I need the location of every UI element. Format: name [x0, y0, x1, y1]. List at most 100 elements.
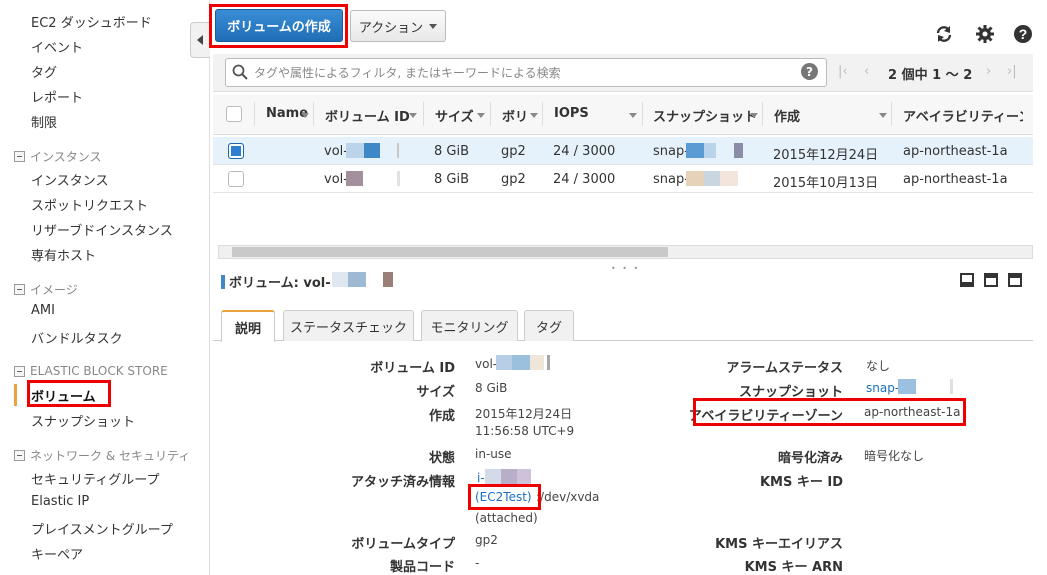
label-kms-key-alias: KMS キーエイリアス	[715, 537, 843, 552]
redacted-block	[686, 171, 704, 186]
refresh-icon[interactable]	[934, 24, 954, 44]
sidebar-collapse-button[interactable]	[190, 22, 210, 58]
column-header-volume-type[interactable]: ボリ	[502, 106, 528, 125]
next-page-icon[interactable]: ›	[986, 64, 991, 79]
cell-volume-type: gp2	[501, 172, 526, 187]
nav-reserved-instances[interactable]: リザーブドインスタンス	[31, 220, 173, 239]
pagination-label: 2 個中 1 〜 2	[888, 68, 973, 83]
tab-monitoring[interactable]: モニタリング	[421, 310, 518, 341]
nav-group-label: ネットワーク & セキュリティ	[30, 449, 191, 463]
tab-status-checks[interactable]: ステータスチェック	[283, 310, 414, 341]
column-divider	[423, 102, 424, 126]
collapse-icon	[14, 284, 25, 295]
cell-snapshot: snap-	[653, 172, 689, 187]
value-attach-instance[interactable]: i-	[477, 471, 485, 485]
nav-spot-requests[interactable]: スポットリクエスト	[31, 195, 148, 214]
nav-reports[interactable]: レポート	[31, 87, 83, 106]
cell-availability-zone: ap-northeast-1a	[903, 172, 1008, 187]
sort-icon	[629, 113, 637, 118]
redacted-block	[898, 379, 916, 394]
help-icon[interactable]: ?	[1013, 24, 1033, 44]
nav-group-ebs[interactable]: ELASTIC BLOCK STORE	[14, 364, 168, 378]
cell-iops: 24 / 3000	[553, 144, 616, 159]
redacted-block	[485, 469, 501, 484]
redacted-block	[686, 143, 704, 158]
nav-ec2-dashboard[interactable]: EC2 ダッシュボード	[31, 12, 152, 31]
value-product-code: -	[475, 556, 480, 570]
column-divider	[762, 102, 763, 126]
view-bottom-icon[interactable]	[960, 273, 974, 287]
cell-created: 2015年12月24日	[773, 148, 879, 163]
nav-key-pairs[interactable]: キーペア	[31, 544, 83, 563]
nav-group-label: ELASTIC BLOCK STORE	[30, 364, 168, 378]
column-divider	[891, 102, 892, 126]
color-marker	[221, 275, 225, 289]
redacted-block	[397, 143, 399, 158]
nav-placement-groups[interactable]: プレイスメントグループ	[31, 519, 173, 538]
nav-bundle-tasks[interactable]: バンドルタスク	[31, 328, 123, 347]
column-header-iops[interactable]: IOPS	[554, 106, 589, 121]
gear-icon[interactable]	[975, 24, 995, 44]
select-all-checkbox[interactable]	[226, 106, 242, 122]
nav-tags[interactable]: タグ	[31, 62, 57, 81]
tab-description[interactable]: 説明	[221, 310, 275, 342]
value-attach-status: (attached)	[475, 511, 538, 525]
column-header-volume-id[interactable]: ボリューム ID	[325, 106, 410, 125]
redacted-block	[512, 355, 530, 370]
nav-events[interactable]: イベント	[31, 37, 83, 56]
column-header-size[interactable]: サイズ	[435, 106, 474, 125]
nav-group-instances[interactable]: インスタンス	[14, 148, 102, 165]
prev-page-icon[interactable]: ‹	[864, 64, 869, 79]
collapse-icon	[14, 365, 25, 377]
redacted-block	[547, 355, 550, 370]
cell-iops: 24 / 3000	[553, 172, 616, 187]
label-encryption: 暗号化済み	[777, 451, 843, 466]
scrollbar-thumb[interactable]	[232, 247, 668, 257]
detail-title: ボリューム: vol-	[221, 272, 331, 291]
value-size: 8 GiB	[475, 381, 508, 395]
redacted-block	[346, 171, 363, 186]
collapse-icon	[14, 450, 25, 461]
column-header-created[interactable]: 作成	[774, 106, 800, 125]
redacted-block	[530, 355, 544, 370]
nav-instances[interactable]: インスタンス	[31, 170, 108, 189]
nav-limits[interactable]: 制限	[31, 112, 57, 131]
redacted-block	[720, 171, 738, 186]
collapse-icon	[14, 151, 25, 162]
redacted-block	[332, 272, 348, 287]
actions-dropdown[interactable]: アクション	[350, 10, 446, 42]
column-divider	[542, 102, 543, 126]
label-attachment: アタッチ済み情報	[350, 475, 455, 490]
row-checkbox[interactable]	[228, 171, 244, 187]
row-checkbox[interactable]	[228, 143, 244, 159]
resize-grip-icon[interactable]: • • •	[611, 264, 640, 273]
nav-dedicated-hosts[interactable]: 専有ホスト	[31, 245, 96, 264]
nav-group-images[interactable]: イメージ	[14, 281, 78, 298]
view-half-icon[interactable]	[984, 273, 998, 287]
highlight-volumes	[27, 380, 111, 407]
redacted-block	[704, 143, 716, 158]
cell-availability-zone: ap-northeast-1a	[903, 144, 1008, 159]
value-volume-type: gp2	[475, 533, 498, 547]
last-page-icon[interactable]: ›|	[1007, 64, 1017, 79]
value-snapshot[interactable]: snap-	[866, 381, 899, 395]
search-help-icon[interactable]: ?	[801, 63, 818, 80]
first-page-icon[interactable]: |‹	[838, 64, 848, 79]
nav-elastic-ip[interactable]: Elastic IP	[31, 494, 89, 509]
column-header-availability-zone[interactable]: アベイラビリティーン	[903, 106, 1023, 125]
nav-ami[interactable]: AMI	[31, 303, 55, 318]
redacted-block	[734, 143, 743, 158]
nav-group-label: インスタンス	[30, 150, 102, 164]
redacted-block	[397, 171, 400, 186]
cell-size: 8 GiB	[434, 144, 470, 159]
value-created-time: 11:56:58 UTC+9	[475, 424, 575, 438]
view-full-icon[interactable]	[1008, 273, 1022, 287]
nav-group-network[interactable]: ネットワーク & セキュリティ	[14, 447, 190, 464]
sort-icon	[477, 113, 485, 118]
column-header-snapshot[interactable]: スナップショット	[653, 106, 757, 125]
cell-volume-id: vol-	[324, 172, 348, 187]
tab-tags[interactable]: タグ	[524, 310, 574, 341]
nav-security-groups[interactable]: セキュリティグループ	[31, 469, 159, 488]
cell-volume-id: vol-	[324, 144, 348, 159]
nav-snapshots[interactable]: スナップショット	[31, 411, 135, 430]
